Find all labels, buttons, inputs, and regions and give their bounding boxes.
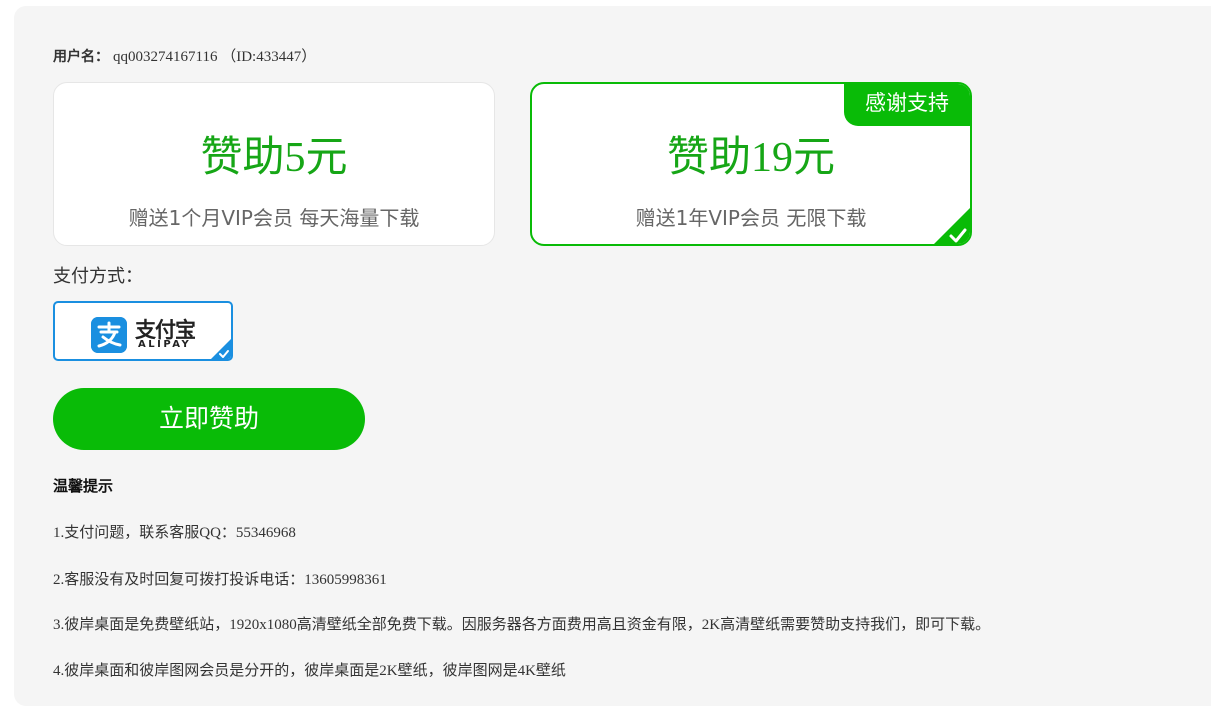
- alipay-logo-icon: [91, 317, 127, 353]
- plan-title: 赞助19元: [666, 135, 835, 181]
- tip-item: 4.彼岸桌面和彼岸图网会员是分开的，彼岸桌面是2K壁纸，彼岸图网是4K壁纸: [53, 663, 566, 679]
- alipay-name-en: ALIPAY: [138, 339, 192, 350]
- plan-description: 赠送1年VIP会员 无限下载: [635, 206, 867, 230]
- username-value: qq003274167116 （ID:433447）: [113, 49, 317, 65]
- plan-card-5[interactable]: 赞助5元 赠送1个月VIP会员 每天海量下载: [53, 82, 495, 246]
- selected-check-icon: [934, 208, 970, 244]
- username-label: 用户名：: [53, 49, 109, 65]
- username-row: 用户名： qq003274167116 （ID:433447）: [53, 45, 316, 66]
- payment-method-label: 支付方式：: [53, 266, 143, 287]
- plan-title: 赞助5元: [200, 135, 348, 181]
- thanks-badge: 感谢支持: [844, 84, 970, 126]
- plan-card-19[interactable]: 感谢支持 赞助19元 赠送1年VIP会员 无限下载: [530, 82, 972, 246]
- tip-item: 2.客服没有及时回复可拨打投诉电话：13605998361: [53, 572, 387, 588]
- plan-description: 赠送1个月VIP会员 每天海量下载: [128, 206, 420, 230]
- tip-item: 1.支付问题，联系客服QQ：55346968: [53, 525, 296, 541]
- selected-check-icon: [211, 339, 231, 359]
- tip-item: 3.彼岸桌面是免费壁纸站，1920x1080高清壁纸全部免费下载。因服务器各方面…: [53, 617, 991, 633]
- tips-title: 温馨提示: [53, 477, 114, 495]
- alipay-option[interactable]: 支付宝 ALIPAY: [53, 301, 233, 361]
- sponsor-now-button[interactable]: 立即赞助: [53, 388, 365, 450]
